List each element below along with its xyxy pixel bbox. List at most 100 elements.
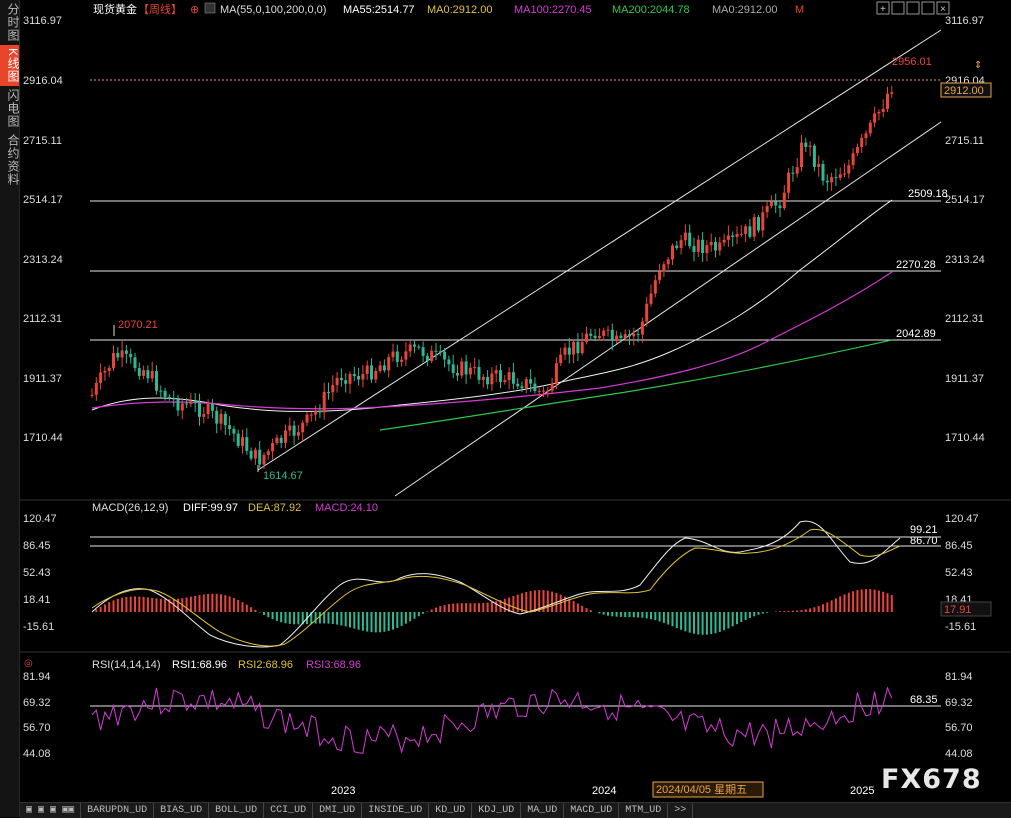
rsi-2: RSI2:68.96: [238, 659, 293, 671]
macd-bar: [371, 612, 373, 632]
macd-bar: [796, 610, 798, 612]
rsi-right-tick: 56.70: [945, 722, 973, 734]
macd-right-tick: -15.61: [945, 621, 976, 633]
macd-bar: [727, 612, 729, 628]
rsi-right-tick: 81.94: [945, 671, 973, 683]
macd-bar: [254, 610, 256, 612]
period-label[interactable]: 【周线】: [138, 2, 182, 16]
macd-bar: [758, 612, 760, 615]
candle-body: [198, 403, 201, 417]
add-indicator-icon[interactable]: ⊕: [190, 4, 199, 16]
macd-bar: [624, 612, 626, 617]
watermark-logo: FX678: [881, 764, 982, 795]
macd-bar: [358, 612, 360, 630]
scroll-arrows-icon[interactable]: ⇕: [974, 60, 982, 71]
sidebar-item-kline[interactable]: K线图: [0, 45, 19, 86]
rsi-target-icon[interactable]: ◎: [24, 658, 33, 669]
candle-body: [121, 350, 124, 357]
macd-axis-left: 120.4786.4552.4318.41-15.61: [23, 513, 57, 633]
price-right-tick: 2715.11: [945, 135, 984, 147]
sidebar-item-flash[interactable]: 闪电图: [0, 86, 19, 131]
macd-bar: [848, 593, 850, 612]
price-right-tick: 1911.37: [945, 373, 984, 385]
candle-body: [108, 368, 111, 371]
candle-body: [344, 380, 347, 384]
macd-left-tick: 86.45: [23, 540, 51, 552]
tab-macd[interactable]: MACD_UD: [564, 803, 619, 818]
tab-kdj[interactable]: KDJ_UD: [472, 803, 521, 818]
high-label: 2956.01: [892, 56, 932, 68]
tab-mtm[interactable]: MTM_UD: [619, 803, 668, 818]
candle-body: [228, 425, 231, 429]
candle-body: [748, 226, 751, 236]
restore-icon[interactable]: [907, 2, 919, 14]
ma0-value: MA0:2912.00: [427, 4, 492, 16]
tab-barupdn[interactable]: BARUPDN_UD: [81, 803, 154, 818]
candle-body: [882, 109, 885, 112]
price-left-tick: 2313.24: [23, 254, 63, 266]
tab-kd[interactable]: KD_UD: [429, 803, 472, 818]
macd-bar: [233, 598, 235, 612]
candle-body: [370, 365, 373, 379]
macd-bar: [199, 595, 201, 612]
ma-param-label: MA(55,0,100,200,0,0): [220, 4, 326, 16]
macd-bar: [366, 612, 368, 632]
candle-body: [318, 411, 321, 413]
tab-cci[interactable]: CCI_UD: [264, 803, 313, 818]
rsi-line: [92, 688, 892, 753]
macd-bar: [396, 612, 398, 628]
macd-bar: [697, 612, 699, 634]
tab-dmi[interactable]: DMI_UD: [313, 803, 362, 818]
svg-text:×: ×: [940, 4, 946, 15]
candle-body: [822, 164, 825, 181]
candle-body: [112, 353, 115, 368]
macd-bar: [409, 612, 411, 621]
tab-bias[interactable]: BIAS_UD: [154, 803, 209, 818]
tab-toolbar-icons[interactable]: ▣ ▣ ▣ ▣▣: [20, 803, 81, 818]
macd-bar: [216, 594, 218, 612]
candle-body: [847, 165, 850, 173]
macd-bar: [319, 612, 321, 623]
settings-icon[interactable]: [205, 3, 215, 13]
tab-more[interactable]: >>: [668, 803, 693, 818]
tab-boll[interactable]: BOLL_UD: [209, 803, 264, 818]
macd-bar: [250, 607, 252, 612]
candle-body: [658, 271, 661, 280]
macd-bar: [577, 603, 579, 612]
candle-body: [452, 364, 455, 373]
level-2042-label: 2042.89: [896, 328, 936, 340]
macd-bar: [108, 602, 110, 612]
candle-body: [237, 434, 240, 446]
macd-bar: [444, 605, 446, 612]
sidebar-item-timeshare[interactable]: 分时图: [0, 0, 19, 45]
price-axis-right: 3116.972916.042715.112514.172313.242112.…: [945, 15, 985, 444]
candle-body: [555, 363, 558, 383]
macd-bar: [598, 612, 600, 613]
macd-bar: [620, 612, 622, 617]
candle-body: [288, 426, 291, 431]
macd-bar: [891, 595, 893, 612]
macd-bar: [788, 611, 790, 612]
chart-area[interactable]: 现货黄金 【周线】 ⊕ MA(55,0,100,200,0,0) MA55:25…: [20, 0, 1011, 802]
candle-body: [718, 243, 721, 251]
tile-icon[interactable]: [922, 2, 934, 14]
macd-bar: [435, 608, 437, 612]
sidebar-item-contract[interactable]: 合约资料: [0, 131, 19, 189]
candle-body: [705, 245, 708, 253]
candle-body: [447, 360, 450, 365]
macd-bar: [349, 612, 351, 627]
macd-bar: [113, 600, 115, 612]
tab-ma[interactable]: MA_UD: [521, 803, 564, 818]
fullscreen-icon[interactable]: [892, 2, 904, 14]
macd-bar: [672, 612, 674, 626]
candle-body: [224, 414, 227, 425]
macd-bar: [603, 612, 605, 615]
macd-bar: [874, 590, 876, 612]
macd-left-tick: 52.43: [23, 567, 51, 579]
candle-body: [151, 371, 154, 378]
svg-text:+: +: [880, 4, 886, 15]
macd-bar: [792, 611, 794, 612]
macd-level-2-label: 86.70: [910, 535, 938, 547]
tab-inside[interactable]: INSIDE_UD: [362, 803, 429, 818]
candle-body: [542, 391, 545, 392]
